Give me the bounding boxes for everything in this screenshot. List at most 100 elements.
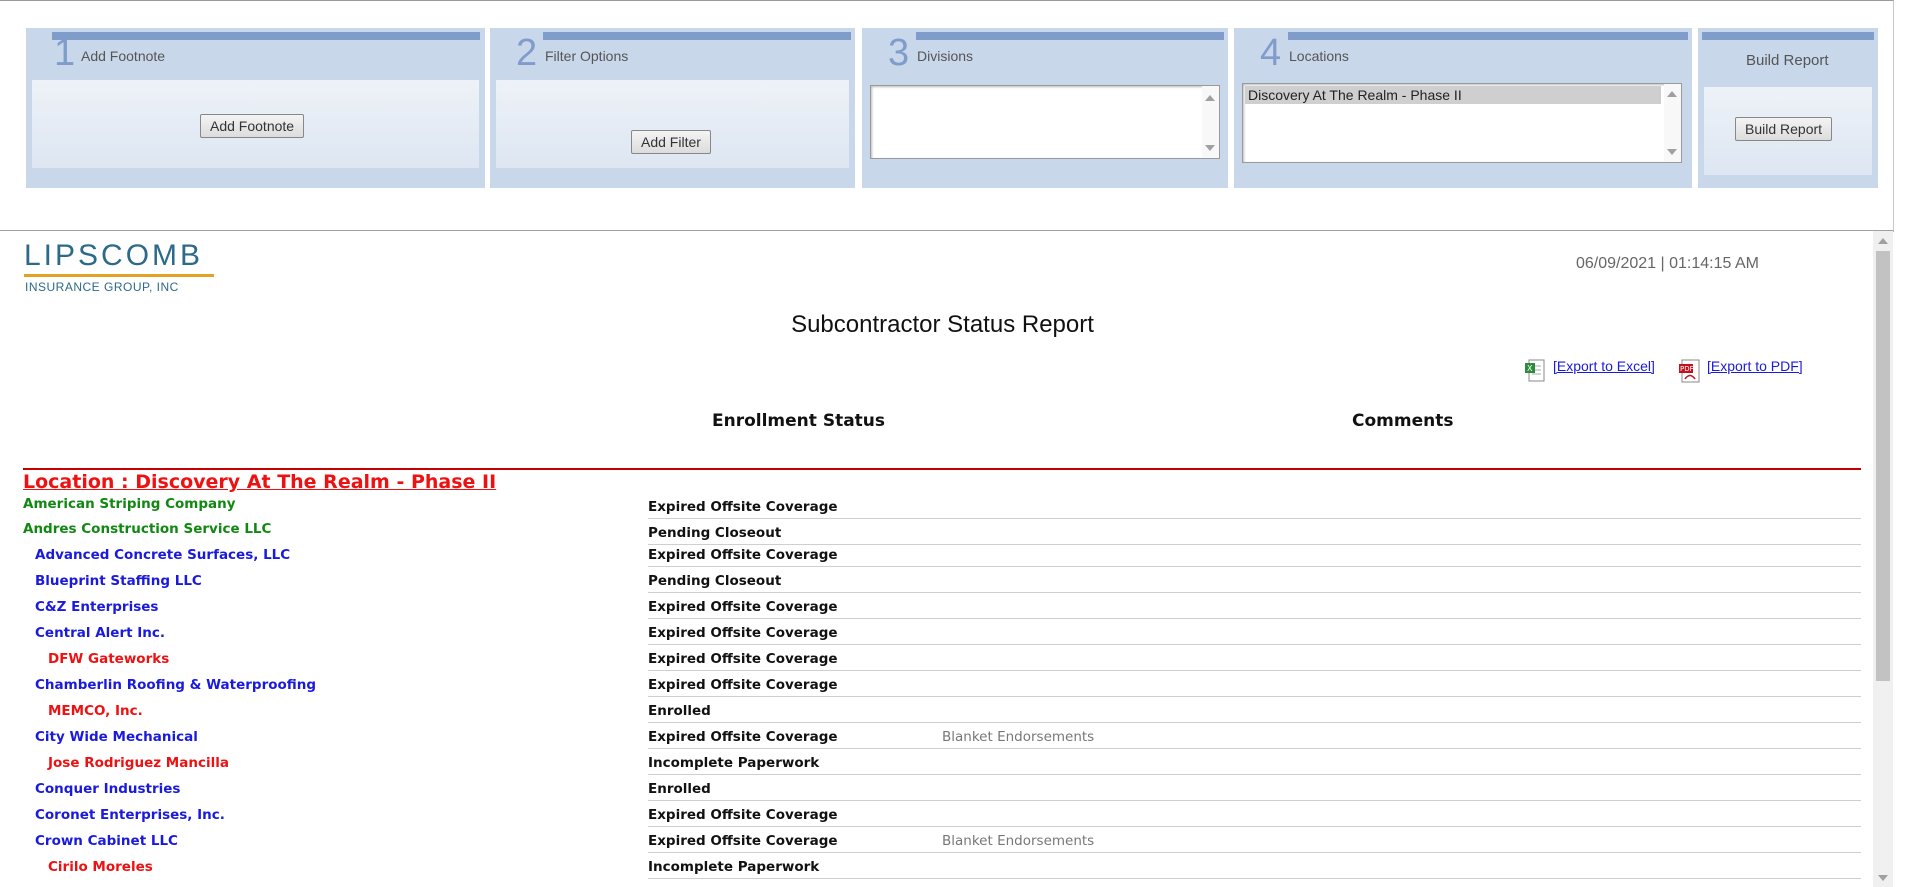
company-logo-subtitle: INSURANCE GROUP, INC bbox=[25, 280, 179, 294]
build-report-button[interactable]: Build Report bbox=[1735, 117, 1833, 141]
subcontractor-name[interactable]: Chamberlin Roofing & Waterproofing bbox=[35, 677, 316, 693]
enrollment-status: Enrolled bbox=[648, 703, 711, 719]
svg-text:X: X bbox=[1527, 364, 1533, 373]
step-title: Add Footnote bbox=[81, 48, 166, 64]
comment-text: Blanket Endorsements bbox=[942, 833, 1095, 849]
subcontractor-name[interactable]: Conquer Industries bbox=[35, 781, 180, 797]
report-title: Subcontractor Status Report bbox=[791, 311, 1094, 338]
row-divider bbox=[648, 878, 1861, 879]
row-divider bbox=[648, 748, 1861, 749]
scroll-down-arrow-icon[interactable] bbox=[1878, 875, 1888, 881]
row-divider bbox=[648, 566, 1861, 567]
row-divider bbox=[648, 644, 1861, 645]
step-title: Divisions bbox=[917, 48, 974, 64]
report-timestamp: 06/09/2021 | 01:14:15 AM bbox=[1576, 255, 1759, 272]
row-divider bbox=[648, 518, 1861, 519]
enrollment-status: Expired Offsite Coverage bbox=[648, 599, 838, 615]
step-title: Filter Options bbox=[545, 48, 629, 64]
export-pdf-wrap: [Export to PDF] bbox=[1707, 358, 1803, 374]
column-header-enrollment-status: Enrollment Status bbox=[712, 411, 886, 431]
enrollment-status: Expired Offsite Coverage bbox=[648, 807, 838, 823]
step-locations: 4 Locations Discovery At The Realm - Pha… bbox=[1234, 28, 1692, 188]
step-header-bar bbox=[543, 32, 851, 40]
step-header-bar bbox=[52, 32, 480, 40]
report-scrollbar[interactable] bbox=[1873, 231, 1893, 887]
scroll-down-arrow-icon[interactable] bbox=[1667, 149, 1677, 155]
row-divider bbox=[648, 800, 1861, 801]
enrollment-status: Enrolled bbox=[648, 781, 711, 797]
export-excel-wrap: [Export to Excel] bbox=[1553, 358, 1655, 374]
step-title: Locations bbox=[1289, 48, 1349, 64]
excel-icon[interactable]: X bbox=[1524, 359, 1546, 383]
listbox-scrollbar[interactable] bbox=[1664, 84, 1681, 162]
subcontractor-name[interactable]: DFW Gateworks bbox=[48, 651, 169, 667]
subcontractor-name[interactable]: Advanced Concrete Surfaces, LLC bbox=[35, 547, 290, 563]
svg-text:PDF: PDF bbox=[1680, 365, 1694, 373]
subcontractor-name[interactable]: C&Z Enterprises bbox=[35, 599, 158, 615]
step-number: 4 bbox=[1260, 32, 1282, 74]
enrollment-status: Pending Closeout bbox=[648, 525, 782, 541]
step-add-footnote: 1 Add Footnote Add Footnote bbox=[26, 28, 485, 188]
report-config-bar: 1 Add Footnote Add Footnote 2 Filter Opt… bbox=[0, 0, 1894, 232]
step-header-bar bbox=[1702, 32, 1874, 40]
column-header-comments: Comments bbox=[1352, 411, 1454, 431]
row-divider bbox=[648, 544, 1861, 545]
subcontractor-name[interactable]: Andres Construction Service LLC bbox=[23, 521, 271, 537]
listbox-scrollbar[interactable] bbox=[1202, 86, 1219, 158]
row-divider bbox=[648, 696, 1861, 697]
export-excel-link[interactable]: [Export to Excel] bbox=[1553, 358, 1655, 374]
scroll-up-arrow-icon[interactable] bbox=[1878, 238, 1888, 244]
row-divider bbox=[648, 722, 1861, 723]
subcontractor-name[interactable]: Central Alert Inc. bbox=[35, 625, 165, 641]
enrollment-status: Expired Offsite Coverage bbox=[648, 547, 838, 563]
divisions-listbox[interactable] bbox=[870, 85, 1220, 159]
subcontractor-name[interactable]: City Wide Mechanical bbox=[35, 729, 198, 745]
step-content: Add Footnote bbox=[32, 80, 479, 168]
row-divider bbox=[648, 592, 1861, 593]
enrollment-status: Pending Closeout bbox=[648, 573, 782, 589]
scroll-down-arrow-icon[interactable] bbox=[1205, 145, 1215, 151]
enrollment-status: Expired Offsite Coverage bbox=[648, 499, 838, 515]
step-number: 3 bbox=[888, 32, 910, 74]
add-footnote-button[interactable]: Add Footnote bbox=[200, 114, 305, 138]
logo-underline bbox=[24, 274, 214, 277]
scroll-up-arrow-icon[interactable] bbox=[1667, 91, 1677, 97]
export-pdf-link[interactable]: [Export to PDF] bbox=[1707, 358, 1803, 374]
scrollbar-thumb[interactable] bbox=[1876, 251, 1890, 681]
subcontractor-name[interactable]: Coronet Enterprises, Inc. bbox=[35, 807, 225, 823]
enrollment-status: Expired Offsite Coverage bbox=[648, 833, 838, 849]
scroll-up-arrow-icon[interactable] bbox=[1205, 95, 1215, 101]
enrollment-status: Incomplete Paperwork bbox=[648, 859, 820, 875]
step-header-bar bbox=[916, 32, 1224, 40]
comment-text: Blanket Endorsements bbox=[942, 729, 1095, 745]
report-frame: LIPSCOMB INSURANCE GROUP, INC 06/09/2021… bbox=[0, 231, 1893, 887]
pdf-icon[interactable]: PDF bbox=[1679, 359, 1701, 383]
enrollment-status: Expired Offsite Coverage bbox=[648, 625, 838, 641]
location-heading[interactable]: Location : Discovery At The Realm - Phas… bbox=[23, 471, 496, 493]
subcontractor-name[interactable]: American Striping Company bbox=[23, 496, 236, 512]
subcontractor-name[interactable]: Cirilo Moreles bbox=[48, 859, 153, 875]
step-divisions: 3 Divisions bbox=[862, 28, 1228, 188]
row-divider bbox=[648, 826, 1861, 827]
row-divider bbox=[648, 852, 1861, 853]
row-divider bbox=[648, 774, 1861, 775]
step-number: 2 bbox=[516, 32, 538, 74]
location-divider bbox=[23, 468, 1861, 470]
subcontractor-name[interactable]: Jose Rodriguez Mancilla bbox=[48, 755, 229, 771]
locations-listbox[interactable]: Discovery At The Realm - Phase II bbox=[1242, 83, 1682, 163]
enrollment-status: Expired Offsite Coverage bbox=[648, 729, 838, 745]
add-filter-button[interactable]: Add Filter bbox=[631, 130, 711, 154]
step-content: Build Report bbox=[1704, 87, 1872, 175]
company-logo: LIPSCOMB bbox=[24, 239, 204, 272]
step-filter-options: 2 Filter Options Add Filter bbox=[490, 28, 855, 188]
step-content: Add Filter bbox=[496, 80, 849, 168]
subcontractor-name[interactable]: Crown Cabinet LLC bbox=[35, 833, 178, 849]
enrollment-status: Expired Offsite Coverage bbox=[648, 651, 838, 667]
location-option-selected[interactable]: Discovery At The Realm - Phase II bbox=[1245, 86, 1661, 104]
subcontractor-name[interactable]: MEMCO, Inc. bbox=[48, 703, 143, 719]
enrollment-status: Incomplete Paperwork bbox=[648, 755, 820, 771]
step-number: 1 bbox=[54, 32, 76, 74]
step-title: Build Report bbox=[1746, 52, 1829, 69]
step-build-report: Build Report Build Report bbox=[1698, 28, 1878, 188]
subcontractor-name[interactable]: Blueprint Staffing LLC bbox=[35, 573, 202, 589]
